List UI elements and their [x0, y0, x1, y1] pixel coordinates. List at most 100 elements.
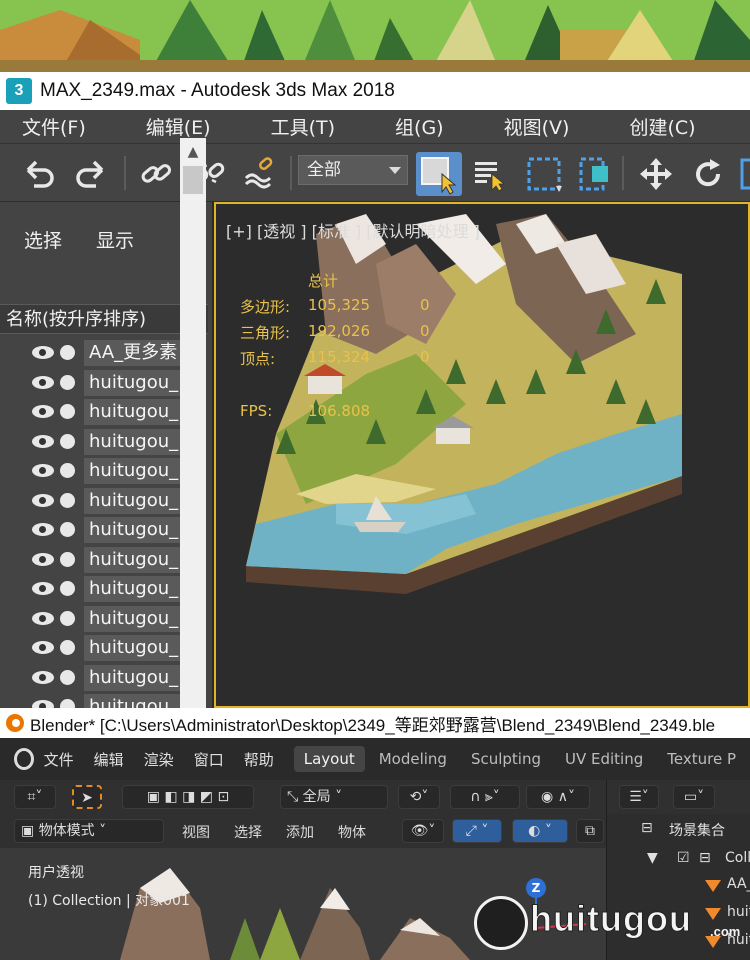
list-item[interactable]: huitugou_	[0, 663, 206, 693]
bl-menu-render[interactable]: 渲染	[144, 749, 174, 770]
menu-tools[interactable]: 工具(T)	[271, 113, 335, 140]
selection-filter-dropdown[interactable]: 全部	[298, 155, 408, 185]
mode-dropdown[interactable]: ▣ 物体模式 ˅	[14, 819, 164, 843]
overlay-toggle[interactable]: ◐ ˅	[512, 819, 568, 843]
list-item[interactable]: huitugou_	[0, 486, 206, 516]
visibility-eye-icon[interactable]	[32, 434, 54, 448]
rotate-button[interactable]	[688, 154, 728, 194]
pivot-dropdown[interactable]: ⟲˅	[398, 785, 440, 809]
tab-select[interactable]: 选择	[24, 226, 62, 253]
list-item[interactable]: huitugou_	[0, 397, 206, 427]
list-item[interactable]: AA_更多素	[0, 338, 206, 368]
window-crossing-button[interactable]	[576, 154, 616, 194]
tab-texture-paint[interactable]: Texture P	[657, 746, 746, 772]
link-button[interactable]	[136, 154, 176, 194]
snap-dropdown[interactable]: ⌗˅	[14, 785, 56, 809]
header-menu-object[interactable]: 物体	[338, 822, 366, 842]
tab-layout[interactable]: Layout	[293, 746, 365, 772]
bl-menu-file[interactable]: 文件	[44, 749, 74, 770]
gizmo-toggle[interactable]: ⤢ ˅	[452, 819, 502, 843]
scroll-up-arrow-icon[interactable]: ▲	[180, 140, 206, 164]
freeze-dot-icon[interactable]	[60, 345, 75, 360]
freeze-dot-icon[interactable]	[60, 463, 75, 478]
bl-menu-window[interactable]: 窗口	[194, 749, 224, 770]
viewport-label-menu[interactable]: [+] [透视 ] [标准 ] [默认明暗处理 ]	[226, 218, 480, 242]
freeze-dot-icon[interactable]	[60, 492, 75, 508]
menu-views[interactable]: 视图(V)	[504, 113, 570, 140]
visibility-eye-icon[interactable]	[32, 611, 54, 625]
freeze-dot-icon[interactable]	[60, 669, 75, 685]
rectangular-selection-button[interactable]	[524, 154, 564, 194]
list-item[interactable]: huitugou_	[0, 692, 206, 708]
move-button[interactable]	[636, 154, 676, 194]
explorer-scrollbar[interactable]	[180, 138, 206, 708]
visibility-eye-icon[interactable]	[32, 464, 54, 477]
freeze-dot-icon[interactable]	[60, 374, 75, 390]
list-item[interactable]: huitugou_	[0, 574, 206, 604]
display-mode-dropdown[interactable]: ☰˅	[619, 785, 659, 809]
select-tool-button[interactable]: ➤	[72, 785, 102, 809]
visibility-eye-icon[interactable]	[32, 670, 54, 684]
bl-menu-edit[interactable]: 编辑	[94, 749, 124, 770]
object-name[interactable]: huitugou_	[84, 458, 180, 484]
visibility-eye-icon[interactable]	[32, 375, 54, 389]
freeze-dot-icon[interactable]	[60, 699, 75, 708]
scale-button[interactable]	[736, 154, 750, 194]
list-item[interactable]: huitugou_	[0, 456, 206, 486]
select-object-button[interactable]	[416, 152, 462, 196]
visibility-eye-icon[interactable]	[32, 582, 54, 595]
bind-spacewarp-button[interactable]	[240, 154, 280, 194]
menu-group[interactable]: 组(G)	[395, 113, 444, 140]
object-name[interactable]: huitugou_	[84, 369, 180, 396]
visibility-eye-icon[interactable]	[32, 405, 54, 418]
expand-arrow-icon[interactable]: ▼	[647, 850, 658, 866]
visibility-eye-icon[interactable]	[32, 700, 54, 708]
tab-modeling[interactable]: Modeling	[369, 746, 457, 772]
select-by-name-button[interactable]	[470, 154, 510, 194]
list-item[interactable]: huitugou_	[0, 545, 206, 575]
visibility-eye-icon[interactable]	[32, 493, 54, 507]
object-name[interactable]: AA_更多素	[84, 340, 180, 366]
visibility-eye-icon[interactable]	[32, 523, 54, 536]
list-item[interactable]: huitugou_	[0, 515, 206, 545]
blender-menu-icon[interactable]	[14, 748, 34, 770]
menu-edit[interactable]: 编辑(E)	[146, 113, 211, 140]
freeze-dot-icon[interactable]	[60, 610, 75, 626]
transform-orientation-dropdown[interactable]: ⤡ 全局 ˅	[280, 785, 388, 809]
list-item[interactable]: huitugou_	[0, 633, 206, 663]
freeze-dot-icon[interactable]	[60, 404, 75, 419]
tab-sculpting[interactable]: Sculpting	[461, 746, 551, 772]
perspective-viewport[interactable]: [+] [透视 ] [标准 ] [默认明暗处理 ] 总计 多边形: 105,32…	[214, 202, 750, 708]
object-name[interactable]: huitugou_	[84, 517, 180, 543]
header-menu-view[interactable]: 视图	[182, 822, 210, 842]
filter-dropdown[interactable]: ▭˅	[673, 785, 715, 809]
outliner-item[interactable]: Coll	[725, 850, 750, 866]
header-menu-add[interactable]: 添加	[286, 822, 314, 842]
visibility-dropdown[interactable]: 👁˅	[402, 819, 444, 843]
bl-menu-help[interactable]: 帮助	[244, 749, 274, 770]
menu-create[interactable]: 创建(C)	[629, 113, 695, 140]
object-name[interactable]: huitugou_	[84, 399, 180, 425]
object-name[interactable]: huitugou_	[84, 576, 180, 602]
freeze-dot-icon[interactable]	[60, 551, 75, 567]
object-name[interactable]: huitugou_	[84, 605, 180, 632]
object-name[interactable]: huitugou_	[84, 635, 180, 661]
list-item[interactable]: huitugou_	[0, 604, 206, 634]
xray-toggle[interactable]: ⧉	[576, 819, 604, 843]
scrollbar-thumb[interactable]	[183, 166, 203, 194]
freeze-dot-icon[interactable]	[60, 433, 75, 449]
proportional-editing-toggle[interactable]: ◉ ∧˅	[526, 785, 590, 809]
visibility-eye-icon[interactable]	[32, 641, 54, 654]
select-mode-buttons[interactable]: ▣ ◧ ◨ ◩ ⊡	[122, 785, 254, 809]
object-name[interactable]: huitugou_	[84, 487, 180, 514]
list-item[interactable]: huitugou_	[0, 427, 206, 457]
freeze-dot-icon[interactable]	[60, 581, 75, 596]
snapping-toggle[interactable]: ∩ ⫸˅	[450, 785, 520, 809]
menu-file[interactable]: 文件(F)	[22, 113, 86, 140]
tab-display[interactable]: 显示	[96, 226, 134, 253]
list-item[interactable]: huitugou_	[0, 368, 206, 398]
header-menu-select[interactable]: 选择	[234, 822, 262, 842]
object-name[interactable]: huitugou_	[84, 546, 180, 573]
visibility-eye-icon[interactable]	[32, 552, 54, 566]
checkbox-icon[interactable]: ☑	[677, 850, 690, 866]
